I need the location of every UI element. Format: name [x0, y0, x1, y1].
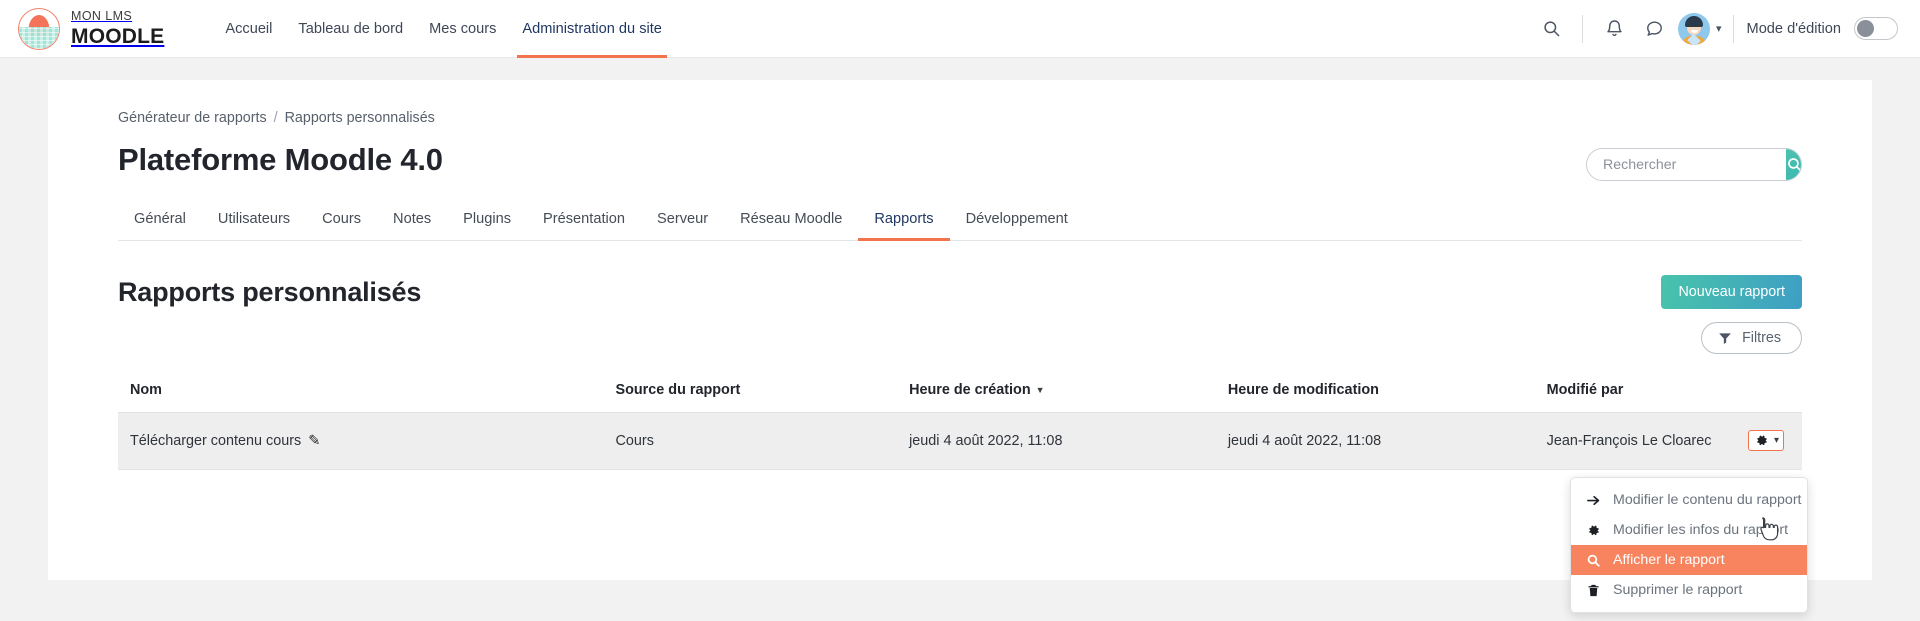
- tab-rapports[interactable]: Rapports: [858, 201, 949, 240]
- filters-button-label: Filtres: [1742, 330, 1781, 346]
- message-icon[interactable]: [1634, 9, 1674, 49]
- menu-item-afficher-le-rapport[interactable]: Afficher le rapport: [1571, 545, 1807, 575]
- breadcrumb-item-rapports-personnalises[interactable]: Rapports personnalisés: [285, 110, 435, 126]
- breadcrumb: Générateur de rapports / Rapports person…: [118, 80, 1802, 126]
- nav-link-tableau-de-bord[interactable]: Tableau de bord: [285, 0, 416, 58]
- page-title: Plateforme Moodle 4.0: [118, 142, 443, 178]
- pencil-icon[interactable]: ✎: [308, 433, 320, 449]
- tab-presentation[interactable]: Présentation: [527, 201, 641, 240]
- column-header-heure-modification[interactable]: Heure de modification: [1216, 372, 1535, 413]
- brand-text: MON LMS MOODLE: [71, 10, 164, 47]
- column-header-nom[interactable]: Nom: [118, 372, 604, 413]
- nav-link-administration-du-site[interactable]: Administration du site: [509, 0, 675, 58]
- menu-item-modifier-le-contenu-du-rapport[interactable]: Modifier le contenu du rapport: [1571, 485, 1807, 515]
- column-header-actions: [1736, 372, 1802, 413]
- menu-item-label: Modifier le contenu du rapport: [1613, 492, 1802, 508]
- table-row: Télécharger contenu cours ✎ Cours jeudi 4…: [118, 413, 1802, 470]
- cell-row-actions: ▾ Modifier le contenu du rapport: [1736, 413, 1802, 470]
- table-header-row: Nom Source du rapport Heure de création ▼…: [118, 372, 1802, 413]
- nav-link-accueil[interactable]: Accueil: [212, 0, 285, 58]
- menu-item-modifier-les-infos-du-rapport[interactable]: Modifier les infos du rapport: [1571, 515, 1807, 545]
- brand-bottom-label: MOODLE: [71, 26, 164, 47]
- cell-report-source: Cours: [604, 413, 898, 470]
- menu-item-label: Supprimer le rapport: [1613, 582, 1742, 598]
- cell-created-time: jeudi 4 août 2022, 11:08: [897, 413, 1216, 470]
- column-header-heure-creation[interactable]: Heure de création ▼: [897, 372, 1216, 413]
- navbar-right-controls: ▾ Mode d'édition: [1531, 9, 1898, 49]
- tab-serveur[interactable]: Serveur: [641, 201, 724, 240]
- navbar-divider-2: [1733, 15, 1734, 43]
- admin-tabs: Général Utilisateurs Cours Notes Plugins…: [118, 201, 1802, 241]
- avatar: [1678, 13, 1710, 45]
- site-search-form: [1586, 148, 1802, 181]
- column-header-heure-creation-label: Heure de création: [909, 382, 1031, 398]
- tab-general[interactable]: Général: [118, 201, 202, 240]
- arrow-right-icon: [1585, 493, 1601, 508]
- cell-report-name: Télécharger contenu cours ✎: [118, 413, 604, 470]
- page-card: Générateur de rapports / Rapports person…: [48, 80, 1872, 580]
- chevron-down-icon: ▾: [1716, 22, 1722, 35]
- trash-icon: [1585, 583, 1601, 598]
- nav-link-mes-cours[interactable]: Mes cours: [416, 0, 509, 58]
- filters-button[interactable]: Filtres: [1701, 322, 1802, 354]
- menu-item-label: Afficher le rapport: [1613, 552, 1725, 568]
- edit-mode-label: Mode d'édition: [1747, 21, 1841, 37]
- site-logo-link[interactable]: MON LMS MOODLE: [18, 8, 164, 50]
- column-header-modifie-par[interactable]: Modifié par: [1535, 372, 1736, 413]
- tab-notes[interactable]: Notes: [377, 201, 447, 240]
- row-actions-dropdown: Modifier le contenu du rapport Modifier: [1570, 477, 1808, 613]
- tab-plugins[interactable]: Plugins: [447, 201, 527, 240]
- sort-desc-icon: ▼: [1036, 385, 1045, 395]
- primary-navigation: Accueil Tableau de bord Mes cours Admini…: [212, 0, 675, 58]
- row-actions-menu-button[interactable]: ▾: [1748, 430, 1784, 451]
- search-icon[interactable]: [1531, 9, 1571, 49]
- breadcrumb-item-generateur-de-rapports[interactable]: Générateur de rapports: [118, 110, 267, 126]
- tab-reseau-moodle[interactable]: Réseau Moodle: [724, 201, 858, 240]
- section-header: Rapports personnalisés Nouveau rapport: [118, 275, 1802, 309]
- bell-icon[interactable]: [1594, 9, 1634, 49]
- report-name-label: Télécharger contenu cours: [130, 433, 301, 449]
- moodle-logo-icon: [18, 8, 60, 50]
- custom-reports-table: Nom Source du rapport Heure de création ▼…: [118, 372, 1802, 470]
- top-navbar: MON LMS MOODLE Accueil Tableau de bord M…: [0, 0, 1920, 58]
- edit-mode-control: Mode d'édition: [1747, 17, 1898, 40]
- chevron-down-icon: ▾: [1774, 435, 1779, 446]
- search-icon: [1585, 553, 1601, 568]
- filters-row: Filtres: [118, 322, 1802, 354]
- gear-icon: [1754, 433, 1769, 448]
- tab-utilisateurs[interactable]: Utilisateurs: [202, 201, 306, 240]
- column-header-source[interactable]: Source du rapport: [604, 372, 898, 413]
- user-menu-button[interactable]: ▾: [1674, 13, 1722, 45]
- breadcrumb-separator: /: [274, 110, 278, 126]
- cell-modified-time: jeudi 4 août 2022, 11:08: [1216, 413, 1535, 470]
- title-row: Plateforme Moodle 4.0: [118, 126, 1802, 181]
- search-submit-button[interactable]: [1786, 149, 1802, 180]
- brand-top-label: MON LMS: [71, 10, 164, 23]
- cell-modified-by: Jean-François Le Cloarec: [1535, 413, 1736, 470]
- filter-icon: [1718, 331, 1732, 345]
- tab-developpement[interactable]: Développement: [950, 201, 1084, 240]
- navbar-divider: [1582, 15, 1583, 43]
- menu-item-supprimer-le-rapport[interactable]: Supprimer le rapport: [1571, 575, 1807, 605]
- gear-icon: [1585, 523, 1601, 538]
- edit-mode-toggle[interactable]: [1854, 17, 1898, 40]
- search-input[interactable]: [1587, 149, 1786, 180]
- section-title: Rapports personnalisés: [118, 277, 421, 308]
- new-report-button[interactable]: Nouveau rapport: [1661, 275, 1802, 309]
- menu-item-label: Modifier les infos du rapport: [1613, 522, 1788, 538]
- tab-cours[interactable]: Cours: [306, 201, 377, 240]
